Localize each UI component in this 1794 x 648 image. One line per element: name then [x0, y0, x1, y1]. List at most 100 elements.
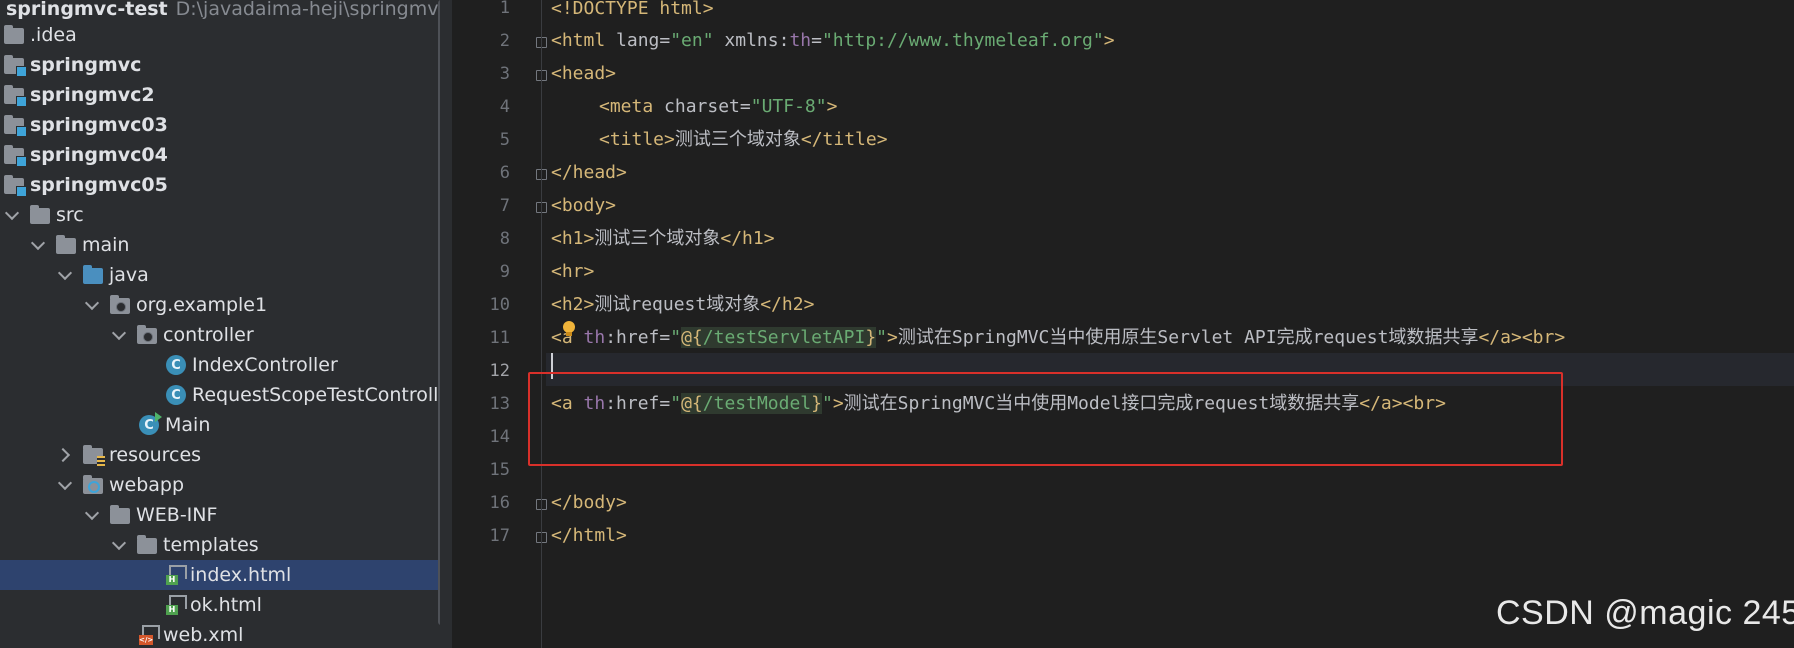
code-token: </h1> [720, 228, 775, 249]
code-token: <head> [551, 63, 617, 84]
code-token: <meta [599, 96, 654, 117]
line-number: 13 [489, 394, 510, 414]
tree-row-controller[interactable]: controller [0, 320, 440, 350]
line-number: 15 [489, 460, 510, 480]
code-line-11[interactable]: <a th:href="@{/testServletAPI}">测试在Sprin… [551, 321, 1565, 354]
code-line-4[interactable]: <meta charset="UTF-8"> [599, 90, 837, 123]
tree-row-web-xml[interactable]: web.xml [0, 620, 440, 648]
tree-item-label: .idea [30, 24, 77, 46]
tree-row-main[interactable]: main [0, 230, 440, 260]
code-line-16[interactable]: </body> [551, 486, 627, 519]
code-token: <!DOCTYPE html> [551, 0, 714, 19]
tree-row-index-html[interactable]: index.html [0, 560, 440, 590]
tree-item-label: java [109, 264, 149, 286]
code-token: </a><br> [1478, 327, 1566, 348]
tree-row-springmvc04[interactable]: springmvc04 [0, 140, 440, 170]
resources-folder-icon [83, 445, 105, 466]
lightbulb-icon[interactable] [562, 321, 576, 337]
code-line-10[interactable]: <h2>测试request域对象</h2> [551, 288, 814, 321]
tree-row-org-example1[interactable]: org.example1 [0, 290, 440, 320]
tree-row-resources[interactable]: resources [0, 440, 440, 470]
tree-item-label: webapp [109, 474, 185, 496]
tree-item-label: Main [165, 414, 211, 436]
tree-row-idea[interactable]: .idea [0, 20, 440, 50]
indent-guide [541, 0, 542, 648]
code-line-2[interactable]: <html lang="en" xmlns:th="http://www.thy… [551, 24, 1115, 57]
chevron-down-icon[interactable] [111, 327, 127, 343]
folder-icon [110, 505, 130, 524]
tree-row-springmvc[interactable]: springmvc [0, 50, 440, 80]
code-token: <body> [551, 195, 617, 216]
tree-item-label: src [56, 204, 84, 226]
code-line-5[interactable]: <title>测试三个域对象</title> [599, 123, 888, 156]
html-file-icon [166, 565, 187, 585]
code-line-6[interactable]: </head> [551, 156, 627, 189]
watermark: CSDN @magic 245 [1496, 594, 1794, 632]
code-token: th [789, 30, 812, 51]
tree-item-label: templates [163, 534, 259, 556]
tree-row-springmvc05[interactable]: springmvc05 [0, 170, 440, 200]
code-line-3[interactable]: <head> [551, 57, 616, 90]
line-number: 11 [489, 328, 510, 348]
tree-row-templates[interactable]: templates [0, 530, 440, 560]
code-token: xmlns: [713, 30, 790, 51]
code-token: " [670, 327, 682, 348]
tree-item-label: ok.html [190, 594, 262, 616]
tree-row-springmvc03[interactable]: springmvc03 [0, 110, 440, 140]
web-folder-icon [83, 475, 103, 494]
code-token: :href= [605, 327, 671, 348]
line-number: 10 [489, 295, 510, 315]
code-editor[interactable]: 1 2 3 4 5 6 7 8 9 10 11 12 13 14 15 16 17 <!DOCTYPE html… [452, 0, 1794, 648]
tree-row-main-class[interactable]: C Main [0, 410, 440, 440]
chevron-down-icon[interactable] [57, 477, 73, 493]
code-token: lang= [605, 30, 671, 51]
code-token: </head> [551, 162, 627, 183]
chevron-down-icon[interactable] [30, 237, 46, 253]
line-number: 8 [499, 229, 510, 249]
code-line-1[interactable]: <!DOCTYPE html> [551, 0, 714, 25]
tree-row-indexcontroller[interactable]: C IndexController [0, 350, 440, 380]
line-number: 2 [499, 31, 510, 51]
chevron-down-icon[interactable] [84, 297, 100, 313]
tree-item-label: springmvc [30, 54, 142, 76]
line-number-gutter: 1 2 3 4 5 6 7 8 9 10 11 12 13 14 15 16 17 [452, 0, 547, 648]
tree-item-label: web.xml [163, 624, 244, 646]
tree-item-label: RequestScopeTestController [192, 384, 440, 406]
module-folder-icon [4, 85, 27, 107]
tree-row-web-inf[interactable]: WEB-INF [0, 500, 440, 530]
tree-row-src[interactable]: src [0, 200, 440, 230]
folder-icon [56, 235, 76, 254]
chevron-down-icon[interactable] [111, 537, 127, 553]
code-line-17[interactable]: </html> [551, 519, 627, 552]
folder-icon [30, 205, 50, 224]
chevron-down-icon[interactable] [57, 267, 73, 283]
code-token: 测试在SpringMVC当中使用原生Servlet API完成request域数… [897, 327, 1479, 348]
module-folder-icon [4, 145, 27, 167]
module-folder-icon [4, 175, 27, 197]
line-number: 6 [499, 163, 510, 183]
tree-scrollbar[interactable] [438, 0, 440, 625]
code-token: } [865, 327, 877, 348]
tree-row-ok-html[interactable]: ok.html [0, 590, 440, 620]
chevron-down-icon[interactable] [4, 207, 20, 223]
code-line-9[interactable]: <hr> [551, 255, 594, 288]
code-line-8[interactable]: <h1>测试三个域对象</h1> [551, 222, 775, 255]
code-token: "UTF-8" [750, 96, 827, 117]
tree-row-webapp[interactable]: webapp [0, 470, 440, 500]
code-token: </h2> [760, 294, 815, 315]
code-token: @{ [681, 327, 703, 348]
tree-row-java[interactable]: java [0, 260, 440, 290]
tree-row-springmvc2[interactable]: springmvc2 [0, 80, 440, 110]
tree-row-requestscopetestcontroller[interactable]: C RequestScopeTestController [0, 380, 440, 410]
chevron-down-icon[interactable] [84, 507, 100, 523]
project-tree[interactable]: springmvc-test D:\javadaima-heji\springm… [0, 0, 440, 648]
chevron-right-icon[interactable] [57, 447, 73, 463]
module-folder-icon [4, 55, 27, 77]
line-number: 3 [499, 64, 510, 84]
java-main-class-icon: C [139, 412, 162, 435]
folder-icon [137, 535, 157, 554]
code-token: = [811, 30, 822, 51]
code-token: <title> [599, 129, 675, 150]
tree-item-label: WEB-INF [136, 504, 218, 526]
code-line-7[interactable]: <body> [551, 189, 616, 222]
